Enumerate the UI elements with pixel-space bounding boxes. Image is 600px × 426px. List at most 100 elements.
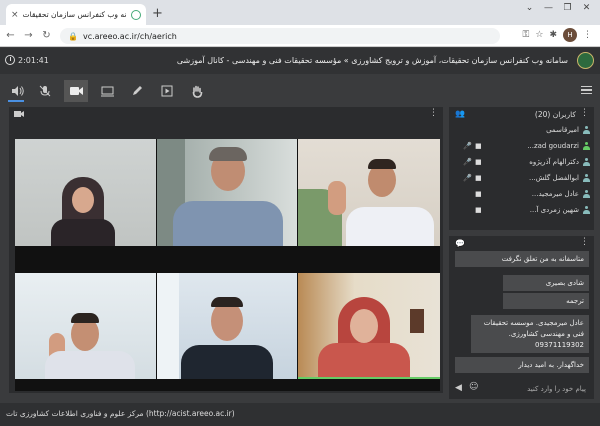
tab-close-icon[interactable]: ×: [11, 10, 19, 20]
video-tile[interactable]: [298, 139, 440, 246]
waving-hand: [328, 181, 346, 215]
minimize-icon[interactable]: —: [541, 3, 556, 13]
pen-button[interactable]: [126, 80, 148, 102]
favicon-icon: [131, 9, 141, 20]
url-text: vc.areeo.ac.ir/ch/aerich: [82, 31, 177, 41]
chat-message: ترجمه: [503, 293, 589, 309]
clock-icon: [5, 55, 15, 65]
timer-value: 2:01:41: [18, 55, 49, 65]
browser-tab-bar: × سامانه وب کنفرانس سازمان تحقیقات + ⌄ —…: [0, 0, 600, 25]
participant-face: [350, 309, 378, 343]
camera-icon: ■: [475, 157, 482, 166]
conference-toolbar: [0, 80, 600, 102]
browser-menu-icon[interactable]: ⋮: [583, 30, 592, 40]
mic-off-icon: [39, 85, 51, 97]
video-tile[interactable]: [15, 273, 156, 379]
camera-icon: ■: [475, 141, 482, 150]
browser-actions: ⚿ ☆ ✱ H ⋮: [523, 28, 592, 42]
chat-options-icon[interactable]: ⋮: [580, 237, 589, 247]
user-icon: [583, 205, 590, 214]
video-tile[interactable]: [15, 139, 156, 246]
list-item[interactable]: 🎤 ■ ابوالفضل گلش...: [455, 170, 591, 185]
new-tab-button[interactable]: +: [152, 6, 163, 21]
speaker-button[interactable]: [6, 80, 28, 102]
back-icon[interactable]: ←: [3, 30, 18, 41]
list-item[interactable]: امیرقاسمی: [455, 122, 591, 137]
chat-message: خداگهدار. به امید دیدار: [455, 357, 589, 373]
chat-input[interactable]: پیام خود را وارد کنید: [527, 385, 586, 393]
camera-button[interactable]: [64, 80, 88, 102]
user-icon: [583, 189, 590, 198]
hamburger-menu-icon[interactable]: [581, 86, 592, 94]
chat-input-row: ◀ ☺ پیام خود را وارد کنید: [449, 379, 594, 399]
participant-face: [211, 301, 243, 341]
browser-tab[interactable]: × سامانه وب کنفرانس سازمان تحقیقات: [6, 4, 146, 25]
participant-body: [318, 343, 410, 379]
address-bar: ← → ↻ 🔒 vc.areeo.ac.ir/ch/aerich ⚿ ☆ ✱ H…: [0, 25, 600, 47]
raise-hand-button[interactable]: [186, 80, 208, 102]
organization-logo: [577, 52, 594, 69]
user-name: شهین زمردی آ...: [529, 205, 579, 214]
hand-icon: [192, 85, 203, 98]
list-item[interactable]: ■ شهین زمردی آ...: [455, 202, 591, 217]
mic-button[interactable]: [34, 80, 56, 102]
user-icon: [583, 173, 590, 182]
participants-count: کاربران (20): [534, 110, 576, 119]
chat-icon: 💬: [455, 239, 465, 248]
video-panel-header: ⋮: [9, 107, 443, 121]
list-item[interactable]: 🎤 ■ zad goudarzi...: [455, 138, 591, 153]
session-timer: 2:01:41: [5, 55, 49, 65]
screen-share-button[interactable]: [96, 80, 118, 102]
video-tile[interactable]: [298, 273, 440, 379]
tab-search-icon[interactable]: ⌄: [522, 3, 537, 13]
participant-body: [45, 351, 135, 379]
participants-options-icon[interactable]: ⋮: [580, 108, 589, 118]
star-icon[interactable]: ☆: [535, 30, 543, 40]
camera-icon: ■: [475, 205, 482, 214]
user-name: zad goudarzi...: [527, 141, 579, 150]
forward-icon[interactable]: →: [21, 30, 36, 41]
participant-hair: [71, 313, 99, 323]
user-name: عادل میرمجید...: [531, 189, 579, 198]
speaker-icon: [11, 86, 24, 96]
tab-title: سامانه وب کنفرانس سازمان تحقیقات: [22, 10, 127, 19]
chat-panel: 💬 ⋮ متاسفانه به من تعلق نگرفت شادی بصیری…: [449, 236, 594, 399]
app-header: 2:01:41 سامانه وب کنفرانس سازمان تحقیقات…: [0, 48, 600, 74]
users-icon: 👥: [455, 109, 465, 118]
video-tile[interactable]: [157, 139, 297, 246]
participants-header: 👥 کاربران (20) ⋮: [449, 107, 594, 121]
chat-message: عادل میرمجیدی. موسسه تحقیقات فنی و مهندس…: [471, 315, 589, 353]
reload-icon[interactable]: ↻: [39, 30, 54, 41]
key-icon[interactable]: ⚿: [523, 30, 530, 40]
user-name: دکترالهام آذرپژوه: [529, 157, 579, 166]
camera-icon: [69, 87, 83, 95]
participant-hair: [209, 147, 247, 161]
user-name: امیرقاسمی: [546, 125, 579, 134]
participants-list: امیرقاسمی 🎤 ■ zad goudarzi... 🎤 ■ دکترال…: [455, 122, 591, 228]
send-icon[interactable]: ◀: [455, 383, 462, 393]
footer-text: مرکز علوم و فناوری اطلاعات کشاورزی تات (…: [6, 409, 235, 418]
participant-body: [181, 345, 273, 379]
list-item[interactable]: ■ عادل میرمجید...: [455, 186, 591, 201]
profile-avatar[interactable]: H: [563, 28, 577, 42]
url-field[interactable]: 🔒 vc.areeo.ac.ir/ch/aerich: [60, 28, 500, 44]
user-icon: [583, 157, 590, 166]
list-item[interactable]: 🎤 ■ دکترالهام آذرپژوه: [455, 154, 591, 169]
extensions-icon[interactable]: ✱: [549, 30, 557, 40]
camera-icon: [14, 111, 24, 117]
window-controls: ⌄ — ❐ ✕: [522, 3, 594, 13]
page-title: سامانه وب کنفرانس سازمان تحقیقات، آموزش …: [176, 56, 568, 65]
close-window-icon[interactable]: ✕: [579, 3, 594, 13]
participants-panel: 👥 کاربران (20) ⋮ امیرقاسمی 🎤 ■ zad gouda…: [449, 107, 594, 230]
user-icon: [583, 125, 590, 134]
video-bottom-bar: [15, 379, 440, 391]
mic-icon: 🎤: [463, 157, 472, 166]
background-window: [157, 273, 179, 379]
video-tile[interactable]: [157, 273, 297, 379]
chat-message: متاسفانه به من تعلق نگرفت: [455, 251, 589, 267]
participant-body: [173, 201, 283, 246]
emoji-icon[interactable]: ☺: [469, 382, 478, 392]
video-options-icon[interactable]: ⋮: [429, 108, 438, 118]
media-button[interactable]: [156, 80, 178, 102]
maximize-icon[interactable]: ❐: [560, 3, 575, 13]
